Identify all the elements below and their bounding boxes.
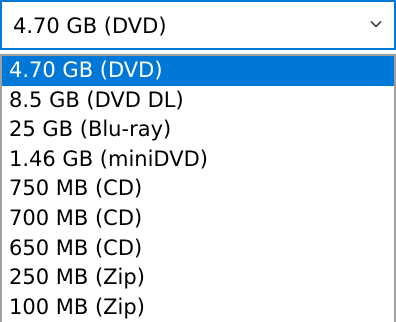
- option-4-70-gb-dvd[interactable]: 4.70 GB (DVD): [2, 56, 394, 86]
- option-650-mb-cd[interactable]: 650 MB (CD): [2, 234, 394, 264]
- option-25-gb-blu-ray[interactable]: 25 GB (Blu-ray): [2, 115, 394, 145]
- option-1-46-gb-minidvd[interactable]: 1.46 GB (miniDVD): [2, 145, 394, 175]
- chevron-down-icon[interactable]: [368, 16, 384, 32]
- option-700-mb-cd[interactable]: 700 MB (CD): [2, 204, 394, 234]
- selected-value: 4.70 GB (DVD): [13, 14, 167, 38]
- disc-size-dropdown[interactable]: 4.70 GB (DVD) 4.70 GB (DVD) 8.5 GB (DVD …: [0, 0, 396, 322]
- option-250-mb-zip[interactable]: 250 MB (Zip): [2, 263, 394, 293]
- option-100-mb-zip[interactable]: 100 MB (Zip): [2, 293, 394, 322]
- disc-size-select[interactable]: 4.70 GB (DVD): [0, 0, 396, 50]
- option-750-mb-cd[interactable]: 750 MB (CD): [2, 174, 394, 204]
- option-8-5-gb-dvd-dl[interactable]: 8.5 GB (DVD DL): [2, 86, 394, 116]
- options-list[interactable]: 4.70 GB (DVD) 8.5 GB (DVD DL) 25 GB (Blu…: [0, 54, 396, 322]
